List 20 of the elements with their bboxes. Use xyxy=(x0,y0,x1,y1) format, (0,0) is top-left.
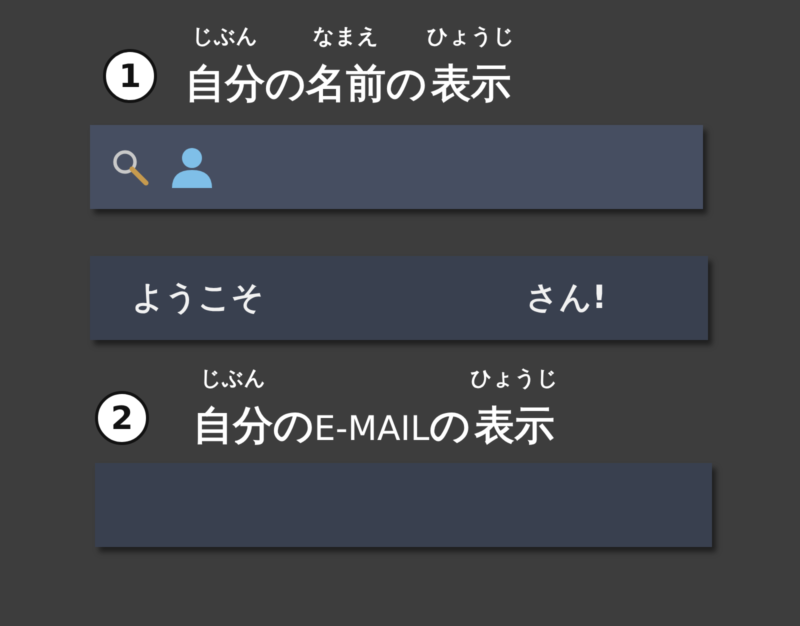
name-suffix: さん! xyxy=(526,277,607,318)
heading-text: の xyxy=(265,61,306,107)
ruby-reading: じぶん xyxy=(200,368,266,389)
heading-text: 表示 xyxy=(474,403,554,449)
heading-text: の xyxy=(273,403,314,449)
heading-text: 自分 xyxy=(193,403,273,449)
heading-text: 自分 xyxy=(185,61,265,107)
heading-text: の xyxy=(429,403,470,449)
ruby-reading: ひょうじ xyxy=(470,368,558,389)
ruby-reading: ひょうじ xyxy=(427,26,515,47)
heading-text: 表示 xyxy=(431,61,511,107)
user-icon xyxy=(170,146,214,188)
heading-text: E-MAIL xyxy=(314,410,430,449)
ruby-reading: なまえ xyxy=(313,26,379,47)
heading-text: の xyxy=(386,61,427,107)
welcome-text: ようこそ xyxy=(132,277,264,318)
heading-text: 名前 xyxy=(306,61,386,107)
number-circle: 1 xyxy=(103,49,157,103)
ruby-reading: じぶん xyxy=(192,26,258,47)
number-circle: 2 xyxy=(95,391,149,445)
